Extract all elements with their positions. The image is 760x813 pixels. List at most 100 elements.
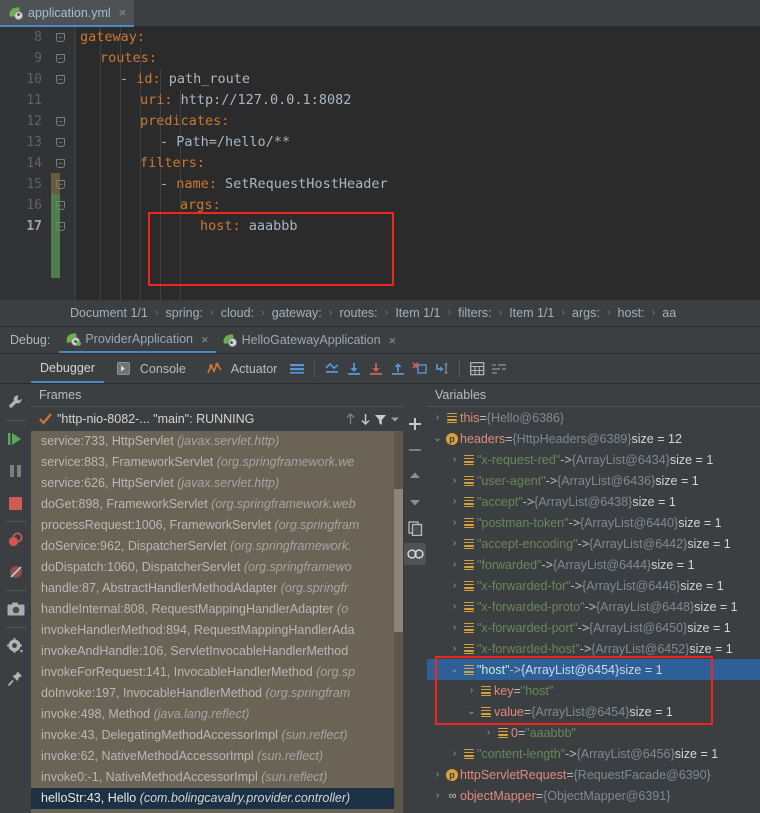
- tab-actuator[interactable]: Actuator: [195, 354, 287, 383]
- pause-program-icon[interactable]: [3, 458, 29, 484]
- fold-toggle-icon[interactable]: [56, 54, 65, 63]
- frame-row[interactable]: service:733, HttpServlet (javax.servlet.…: [31, 431, 403, 452]
- code-lines[interactable]: 8 gateway: 9 routes: 10 - id: path_route 11 uri…: [0, 27, 760, 237]
- code-editor[interactable]: 8 gateway: 9 routes: 10 - id: path_route 11 uri…: [0, 27, 760, 300]
- frame-row[interactable]: invoke0:-1, NativeMethodAccessorImpl (su…: [31, 767, 403, 788]
- code-line[interactable]: 11 uri: http://127.0.0.1:8082: [0, 90, 760, 111]
- drop-frame-icon[interactable]: [409, 358, 431, 380]
- breadcrumb-item[interactable]: Item 1/1: [392, 306, 443, 320]
- variable-row-selected[interactable]: ⌄ "host" -> {ArrayList@6454} size = 1: [427, 659, 760, 680]
- chevron-down-icon[interactable]: ⌄: [448, 664, 461, 675]
- frame-row[interactable]: service:626, HttpServlet (javax.servlet.…: [31, 473, 403, 494]
- layout-icon[interactable]: [286, 358, 308, 380]
- wrench-icon[interactable]: [3, 389, 29, 415]
- chevron-right-icon[interactable]: ›: [448, 538, 461, 549]
- variable-row[interactable]: › "x-forwarded-port" -> {ArrayList@6450} …: [427, 617, 760, 638]
- step-into-icon[interactable]: [365, 358, 387, 380]
- code-line[interactable]: 17 host: aaabbb: [0, 216, 760, 237]
- fold-toggle-icon[interactable]: [56, 201, 65, 210]
- variable-row[interactable]: › p httpServletRequest = {RequestFacade@63…: [427, 764, 760, 785]
- code-line[interactable]: 16 args:: [0, 195, 760, 216]
- variable-row[interactable]: › "accept" -> {ArrayList@6438} size = 1: [427, 491, 760, 512]
- frames-scrollbar-thumb[interactable]: [394, 489, 403, 632]
- chevron-right-icon[interactable]: ›: [448, 748, 461, 759]
- arrow-down-icon[interactable]: [359, 412, 372, 426]
- frame-row[interactable]: service:883, FrameworkServlet (org.sprin…: [31, 452, 403, 473]
- variable-row[interactable]: › "accept-encoding" -> {ArrayList@6442} s…: [427, 533, 760, 554]
- breadcrumb-item[interactable]: cloud:: [218, 306, 257, 320]
- evaluate-expression-icon[interactable]: [466, 358, 488, 380]
- variable-row[interactable]: › "content-length" -> {ArrayList@6456} si…: [427, 743, 760, 764]
- mute-breakpoints-icon[interactable]: [488, 358, 510, 380]
- copy-icon[interactable]: [404, 517, 426, 539]
- chevron-right-icon[interactable]: ›: [448, 496, 461, 507]
- chevron-right-icon[interactable]: ›: [448, 622, 461, 633]
- code-line[interactable]: 14 filters:: [0, 153, 760, 174]
- chevron-right-icon[interactable]: ›: [448, 643, 461, 654]
- close-icon[interactable]: ×: [119, 5, 127, 20]
- fold-toggle-icon[interactable]: [56, 180, 65, 189]
- minus-icon[interactable]: [404, 439, 426, 461]
- variable-row[interactable]: › "x-forwarded-proto" -> {ArrayList@6448}…: [427, 596, 760, 617]
- variable-row[interactable]: › "x-request-red" -> {ArrayList@6434} siz…: [427, 449, 760, 470]
- breadcrumb-item[interactable]: host:: [615, 306, 648, 320]
- chevron-right-icon[interactable]: ›: [482, 727, 495, 738]
- chevron-right-icon[interactable]: ›: [448, 475, 461, 486]
- plus-icon[interactable]: [404, 413, 426, 435]
- fold-toggle-icon[interactable]: [56, 138, 65, 147]
- variable-row[interactable]: › "forwarded" -> {ArrayList@6444} size = …: [427, 554, 760, 575]
- chevron-right-icon[interactable]: ›: [465, 685, 478, 696]
- arrow-up-icon[interactable]: [344, 412, 357, 426]
- run-tab-hello-gateway-application[interactable]: HelloGatewayApplication ×: [216, 327, 404, 353]
- frame-row[interactable]: invoke:62, NativeMethodAccessorImpl (sun…: [31, 746, 403, 767]
- close-icon[interactable]: ×: [389, 333, 397, 348]
- frame-row[interactable]: handle:87, AbstractHandlerMethodAdapter …: [31, 578, 403, 599]
- chevron-right-icon[interactable]: ›: [448, 454, 461, 465]
- code-line[interactable]: 15 - name: SetRequestHostHeader: [0, 174, 760, 195]
- step-out-icon[interactable]: [387, 358, 409, 380]
- frame-row[interactable]: doInvoke:197, InvocableHandlerMethod (or…: [31, 683, 403, 704]
- variable-row[interactable]: › 0 = "aaabbb": [427, 722, 760, 743]
- run-to-cursor-icon[interactable]: [431, 358, 453, 380]
- breadcrumb-item[interactable]: Document 1/1: [67, 306, 151, 320]
- pin-icon[interactable]: [3, 665, 29, 691]
- variable-row[interactable]: › "user-agent" -> {ArrayList@6436} size =…: [427, 470, 760, 491]
- variable-row[interactable]: › "x-forwarded-for" -> {ArrayList@6446} s…: [427, 575, 760, 596]
- mute-breakpoints-icon[interactable]: [3, 559, 29, 585]
- chevron-right-icon[interactable]: ›: [431, 412, 444, 423]
- chevron-right-icon[interactable]: ›: [448, 517, 461, 528]
- breadcrumb-item[interactable]: args:: [569, 306, 603, 320]
- code-line[interactable]: 10 - id: path_route: [0, 69, 760, 90]
- variable-row[interactable]: › "postman-token" -> {ArrayList@6440} siz…: [427, 512, 760, 533]
- frame-row[interactable]: invokeHandlerMethod:894, RequestMappingH…: [31, 620, 403, 641]
- code-line[interactable]: 13 - Path=/hello/**: [0, 132, 760, 153]
- editor-tab-application-yml[interactable]: application.yml ×: [0, 0, 135, 27]
- frame-row[interactable]: doGet:898, FrameworkServlet (org.springf…: [31, 494, 403, 515]
- camera-icon[interactable]: [3, 596, 29, 622]
- variables-tree[interactable]: › this = {Hello@6386} ⌄ p headers = {HttpHea…: [427, 406, 760, 813]
- chevron-right-icon[interactable]: ›: [448, 580, 461, 591]
- code-line[interactable]: 12 predicates:: [0, 111, 760, 132]
- frame-row[interactable]: invoke:498, Method (java.lang.reflect): [31, 704, 403, 725]
- fold-toggle-icon[interactable]: [56, 159, 65, 168]
- arrow-up-icon[interactable]: [404, 465, 426, 487]
- breadcrumb-item[interactable]: spring:: [163, 306, 207, 320]
- fold-toggle-icon[interactable]: [56, 75, 65, 84]
- variable-row[interactable]: › "x-forwarded-host" -> {ArrayList@6452} …: [427, 638, 760, 659]
- frame-row[interactable]: doService:962, DispatcherServlet (org.sp…: [31, 536, 403, 557]
- close-icon[interactable]: ×: [201, 332, 209, 347]
- chevron-down-icon[interactable]: [389, 413, 401, 425]
- frame-row[interactable]: invokeForRequest:141, InvocableHandlerMe…: [31, 662, 403, 683]
- frames-list[interactable]: service:733, HttpServlet (javax.servlet.…: [31, 431, 403, 813]
- breadcrumb-item[interactable]: gateway:: [269, 306, 325, 320]
- frame-row[interactable]: invoke:43, DelegatingMethodAccessorImpl …: [31, 725, 403, 746]
- arrow-down-icon[interactable]: [404, 491, 426, 513]
- fold-toggle-icon[interactable]: [56, 222, 65, 231]
- watches-icon[interactable]: [404, 543, 426, 565]
- code-line[interactable]: 8 gateway:: [0, 27, 760, 48]
- frame-row[interactable]: processRequest:1006, FrameworkServlet (o…: [31, 515, 403, 536]
- resume-program-icon[interactable]: [3, 426, 29, 452]
- variable-row[interactable]: ⌄ value = {ArrayList@6454} size = 1: [427, 701, 760, 722]
- chevron-right-icon[interactable]: ›: [448, 601, 461, 612]
- step-over-icon[interactable]: [343, 358, 365, 380]
